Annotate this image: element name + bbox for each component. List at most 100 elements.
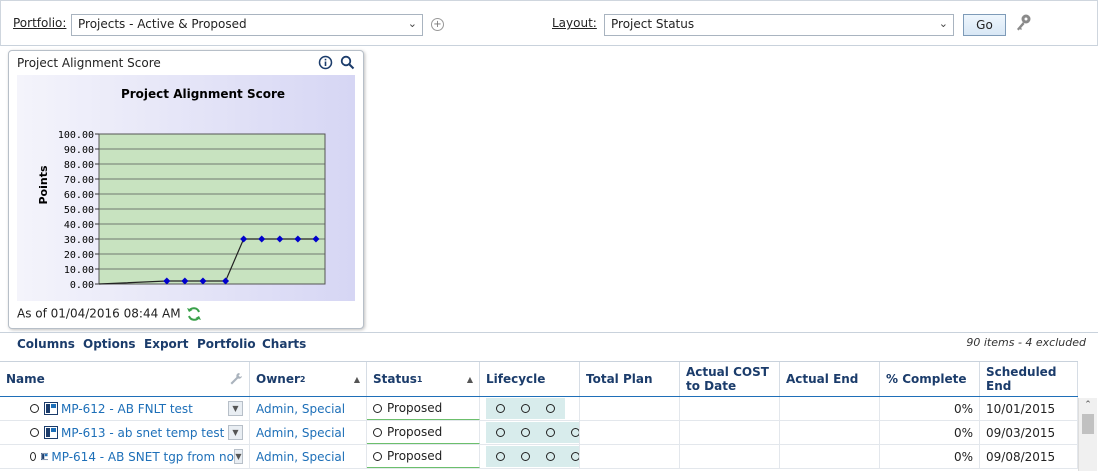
widget-title: Project Alignment Score — [17, 56, 161, 70]
lifecycle-cell — [480, 397, 580, 420]
lifecycle-stage-icon — [496, 428, 505, 437]
options-link[interactable]: Options — [83, 337, 136, 351]
scrollbar-thumb[interactable] — [1082, 414, 1094, 434]
plot-area: 100.00 90.00 80.00 70.00 60.00 50.00 40.00 30.0… — [58, 130, 326, 291]
table-row[interactable]: MP-613 - ab snet temp test ▼ Admin, Specia… — [0, 421, 1078, 445]
grid-toolbar: Columns Options Export Portfolio Charts … — [0, 332, 1098, 361]
col-total-plan[interactable]: Total Plan — [580, 362, 680, 396]
layout-select[interactable]: Project Status ⌄ — [604, 14, 954, 36]
lifecycle-stage-icon — [521, 452, 530, 461]
y-tick-label: 40.00 — [64, 220, 94, 231]
owner-cell[interactable]: Admin, Special — [250, 445, 367, 468]
y-tick-label: 30.00 — [64, 235, 94, 246]
y-tick-label: 60.00 — [64, 190, 94, 201]
sort-asc-icon: ▲ — [353, 374, 360, 384]
row-menu-button[interactable]: ▼ — [233, 449, 243, 464]
project-link[interactable]: MP-613 - ab snet temp test — [61, 426, 224, 440]
lifecycle-stage-icon — [521, 404, 530, 413]
project-alignment-widget: Project Alignment Score Project Alignmen… — [8, 50, 364, 329]
portfolio-label: Portfolio: — [13, 16, 67, 30]
owner-sort-order: 2 — [299, 374, 306, 384]
col-owner[interactable]: Owner 2 ▲ — [250, 362, 367, 396]
grid-header: Name Owner 2 ▲ Status 1 ▲ Lifecycle Total … — [0, 361, 1078, 397]
lifecycle-stage-icon — [496, 404, 505, 413]
portfolio-link[interactable]: Portfolio — [197, 337, 256, 351]
col-lifecycle[interactable]: Lifecycle — [480, 362, 580, 396]
actual-end-cell — [780, 421, 880, 444]
col-pct-complete[interactable]: % Complete — [880, 362, 980, 396]
row-menu-button[interactable]: ▼ — [228, 425, 243, 440]
y-axis-label: Points — [37, 165, 50, 204]
actual-cost-cell — [680, 421, 780, 444]
status-text: Proposed — [387, 425, 443, 439]
col-owner-label: Owner — [256, 372, 300, 386]
widget-actions — [318, 55, 355, 70]
lifecycle-cell — [480, 421, 580, 444]
scheduled-end-cell: 09/03/2015 — [980, 421, 1078, 444]
columns-link[interactable]: Columns — [17, 337, 75, 351]
status-cell: Proposed — [367, 397, 480, 420]
actual-end-cell — [780, 397, 880, 420]
lifecycle-stage-icon — [571, 428, 579, 437]
wrench-icon[interactable] — [229, 372, 243, 386]
status-dot-icon — [373, 403, 382, 413]
charts-link[interactable]: Charts — [262, 337, 306, 351]
lifecycle-track — [486, 422, 579, 443]
y-tick-label: 10.00 — [64, 265, 94, 276]
project-icon — [44, 402, 58, 415]
total-plan-cell — [580, 445, 680, 468]
table-row[interactable]: MP-614 - AB SNET tgp from no ▼ Admin, Spec… — [0, 445, 1078, 469]
lifecycle-stage-icon — [546, 452, 555, 461]
owner-cell[interactable]: Admin, Special — [250, 421, 367, 444]
y-tick-label: 20.00 — [64, 250, 94, 261]
refresh-icon[interactable] — [186, 306, 202, 322]
y-tick-label: 50.00 — [64, 205, 94, 216]
y-tick-label: 80.00 — [64, 160, 94, 171]
col-name-label: Name — [6, 372, 45, 386]
project-icon — [40, 452, 49, 461]
go-button[interactable]: Go — [963, 14, 1006, 36]
total-plan-cell — [580, 397, 680, 420]
col-scheduled-end[interactable]: Scheduled End — [980, 362, 1078, 396]
status-dot-icon — [373, 451, 382, 461]
lifecycle-stage-icon — [546, 428, 555, 437]
total-plan-cell — [580, 421, 680, 444]
status-text: Proposed — [387, 401, 443, 415]
lifecycle-stage-icon — [496, 452, 505, 461]
scroll-up-icon[interactable]: ⌃ — [1079, 400, 1097, 410]
project-icon — [44, 426, 58, 439]
chevron-down-icon: ⌄ — [938, 17, 948, 30]
row-menu-button[interactable]: ▼ — [228, 401, 243, 416]
table-row[interactable]: MP-612 - AB FNLT test ▼ Admin, Special Prop… — [0, 397, 1078, 421]
as-of-timestamp: As of 01/04/2016 08:44 AM — [17, 306, 202, 322]
info-icon[interactable] — [318, 55, 333, 70]
scheduled-end-cell: 10/01/2015 — [980, 397, 1078, 420]
col-name[interactable]: Name — [0, 362, 250, 396]
project-link[interactable]: MP-612 - AB FNLT test — [61, 402, 193, 416]
status-sort-order: 1 — [416, 374, 423, 384]
name-cell: MP-612 - AB FNLT test ▼ — [0, 397, 250, 420]
status-text: Proposed — [387, 449, 443, 463]
col-actual-cost[interactable]: Actual COST to Date — [680, 362, 780, 396]
alignment-chart: Project Alignment Score Points 100.00 90.… — [17, 75, 355, 301]
status-cell: Proposed — [367, 445, 480, 468]
lifecycle-stage-icon — [521, 428, 530, 437]
actual-cost-cell — [680, 397, 780, 420]
actual-end-cell — [780, 445, 880, 468]
status-dot-icon — [30, 428, 39, 437]
search-icon[interactable] — [340, 55, 355, 70]
col-status[interactable]: Status 1 ▲ — [367, 362, 480, 396]
lifecycle-track — [486, 398, 565, 419]
project-link[interactable]: MP-614 - AB SNET tgp from no — [51, 450, 234, 464]
portfolio-select[interactable]: Projects - Active & Proposed ⌄ — [71, 14, 423, 36]
col-actual-end[interactable]: Actual End — [780, 362, 880, 396]
item-count: 90 items - 4 excluded — [966, 336, 1086, 349]
export-link[interactable]: Export — [144, 337, 188, 351]
actual-cost-cell — [680, 445, 780, 468]
owner-cell[interactable]: Admin, Special — [250, 397, 367, 420]
pct-complete-cell: 0% — [880, 445, 980, 468]
grid-scrollbar[interactable]: ⌃ — [1078, 398, 1097, 471]
y-tick-label: 90.00 — [64, 145, 94, 156]
key-icon[interactable] — [1014, 13, 1032, 33]
plus-circle-icon[interactable]: + — [431, 18, 444, 31]
